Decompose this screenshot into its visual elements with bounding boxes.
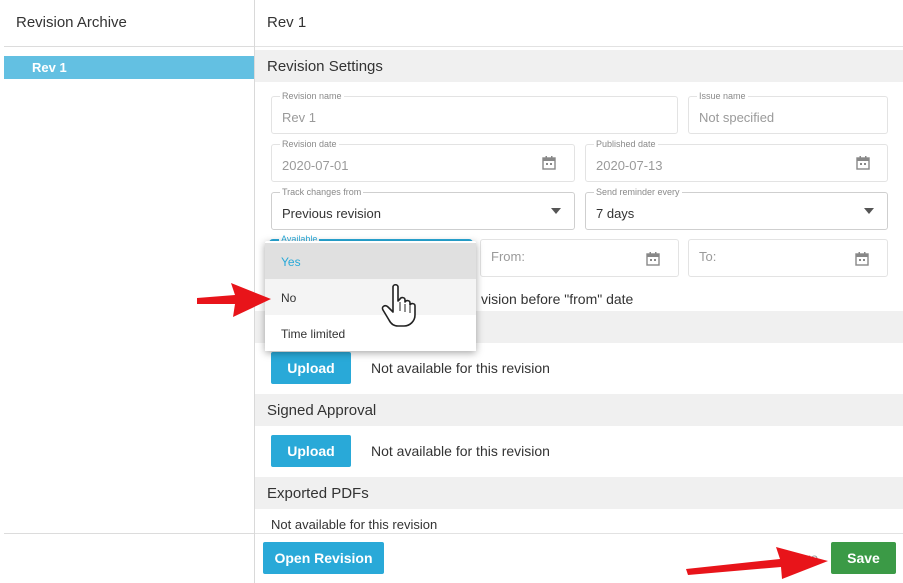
available-dropdown-menu: Yes No Time limited — [265, 241, 476, 351]
section-title: Exported PDFs — [267, 485, 369, 502]
divider — [255, 46, 903, 47]
field-label: Published date — [594, 139, 658, 150]
published-date-field[interactable]: Published date 2020-07-13 — [585, 139, 888, 182]
field-value: 7 days — [596, 206, 635, 221]
calendar-icon[interactable] — [855, 252, 869, 266]
issue-name-field[interactable]: Issue name Not specified — [688, 91, 888, 134]
field-value: 2020-07-13 — [596, 158, 663, 173]
field-value: Rev 1 — [282, 110, 316, 125]
open-revision-button[interactable]: Open Revision — [263, 542, 384, 574]
upload-button[interactable]: Upload — [271, 352, 351, 384]
field-placeholder: From: — [491, 249, 525, 264]
revision-date-field[interactable]: Revision date 2020-07-01 — [271, 139, 575, 182]
section-header-signed-approval: Signed Approval — [255, 394, 903, 426]
not-available-note: Not available for this revision — [371, 443, 550, 459]
section-header-exported-pdfs: Exported PDFs — [255, 477, 903, 509]
track-changes-select[interactable]: Track changes from Previous revision — [271, 187, 575, 230]
field-value: 2020-07-01 — [282, 158, 349, 173]
option-label: Yes — [281, 255, 301, 269]
dropdown-option-no[interactable]: No — [265, 279, 476, 315]
field-label: Issue name — [697, 91, 748, 102]
page-title: Rev 1 — [267, 14, 307, 31]
divider — [4, 533, 254, 534]
sidebar-title: Revision Archive — [16, 14, 127, 31]
field-label: Revision date — [280, 139, 339, 150]
annotation-arrow-icon — [686, 547, 828, 579]
section-title: Revision Settings — [267, 58, 383, 75]
to-date-field[interactable]: To: — [688, 239, 888, 277]
field-label: Send reminder every — [594, 187, 682, 198]
calendar-icon[interactable] — [542, 156, 556, 170]
divider — [4, 46, 254, 47]
upload-signed-approval-button[interactable]: Upload — [271, 435, 351, 467]
not-available-note: Not available for this revision — [371, 360, 550, 376]
hand-cursor-icon — [381, 283, 416, 327]
sidebar-item-label: Rev 1 — [32, 60, 67, 75]
field-label: Revision name — [280, 91, 344, 102]
field-placeholder: Not specified — [699, 110, 775, 125]
option-label: Time limited — [281, 327, 346, 341]
section-title: Signed Approval — [267, 402, 377, 419]
calendar-icon[interactable] — [856, 156, 870, 170]
dropdown-option-yes[interactable]: Yes — [265, 243, 476, 279]
from-date-field[interactable]: From: — [480, 239, 679, 277]
revision-name-field[interactable]: Revision name Rev 1 — [271, 91, 678, 134]
sidebar-item-rev-1[interactable]: Rev 1 — [4, 56, 254, 79]
field-value: Previous revision — [282, 206, 381, 221]
dropdown-option-time-limited[interactable]: Time limited — [265, 315, 476, 351]
option-label: No — [281, 291, 297, 305]
field-label: Track changes from — [280, 187, 364, 198]
section-header-revision-settings: Revision Settings — [255, 50, 903, 82]
not-available-note: Not available for this revision — [271, 517, 438, 532]
access-hint-text: vision before "from" date — [481, 291, 634, 307]
chevron-down-icon — [864, 208, 874, 214]
chevron-down-icon — [551, 208, 561, 214]
field-placeholder: To: — [699, 249, 717, 264]
divider — [255, 533, 903, 534]
save-button[interactable]: Save — [831, 542, 896, 574]
calendar-icon[interactable] — [646, 252, 660, 266]
annotation-arrow-icon — [197, 283, 271, 317]
send-reminder-select[interactable]: Send reminder every 7 days — [585, 187, 888, 230]
